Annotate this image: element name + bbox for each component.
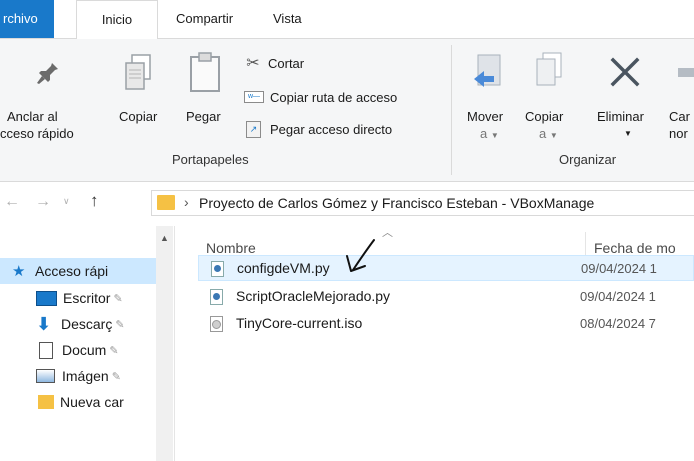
ribbon-tab-bar: rchivo Inicio Compartir Vista xyxy=(0,0,694,39)
file-row-configdevm[interactable]: configdeVM.py 09/04/2024 1 xyxy=(198,255,694,281)
up-arrow-icon[interactable]: ↑ xyxy=(90,191,99,211)
python-file-icon xyxy=(210,289,223,305)
nav-item-label: Imágen xyxy=(62,368,109,384)
copy-path-icon: w— xyxy=(244,91,264,103)
delete-button[interactable]: Eliminar ▼ xyxy=(596,41,660,145)
tab-archivo[interactable]: rchivo xyxy=(0,0,54,38)
nav-scrollbar[interactable]: ▲ xyxy=(156,226,173,461)
scissors-icon: ✂ xyxy=(246,55,260,72)
tab-compartir-label: Compartir xyxy=(176,11,234,26)
sort-ascending-icon: ︿ xyxy=(382,227,393,239)
pin-icon: ✎ xyxy=(109,344,119,357)
file-name: TinyCore-current.iso xyxy=(236,315,363,331)
copy-to-label-1: Copiar xyxy=(525,109,564,124)
rename-button[interactable]: Car nor xyxy=(664,41,694,145)
file-name: ScriptOracleMejorado.py xyxy=(236,288,391,304)
rename-icon xyxy=(678,68,694,77)
delete-x-icon xyxy=(610,57,640,87)
cut-label: Cortar xyxy=(268,55,305,71)
breadcrumb-separator: › xyxy=(184,194,189,210)
back-arrow-icon[interactable]: ← xyxy=(4,193,20,211)
copy-label: Copiar xyxy=(119,109,158,124)
group-label-organize: Organizar xyxy=(559,152,617,167)
tab-inicio-label: Inicio xyxy=(101,12,133,27)
python-file-icon xyxy=(211,261,224,277)
delete-label: Eliminar xyxy=(597,109,644,124)
paste-icon xyxy=(190,52,220,92)
folder-icon xyxy=(157,195,175,210)
navigation-pane: ▲ ★ Acceso rápi Escritor ✎ ⬇ Descarç ✎ D… xyxy=(0,226,175,461)
disc-image-file-icon xyxy=(210,316,223,332)
star-icon: ★ xyxy=(12,263,26,280)
nav-item-documents[interactable]: Docum ✎ xyxy=(0,337,156,363)
group-label-clipboard: Portapapeles xyxy=(172,152,249,167)
nav-item-label: Acceso rápi xyxy=(35,263,109,279)
pin-quick-access-button[interactable]: Anclar al cceso rápido xyxy=(0,41,76,146)
chevron-down-icon: ▼ xyxy=(549,131,558,140)
column-header-name[interactable]: Nombre xyxy=(206,240,256,256)
recent-dropdown-icon[interactable]: ∨ xyxy=(63,196,70,207)
folder-icon xyxy=(38,395,54,409)
pin-label-2: cceso rápido xyxy=(0,126,74,141)
tab-compartir[interactable]: Compartir xyxy=(176,0,233,38)
file-row-scriptoraclemejorado[interactable]: ScriptOracleMejorado.py 09/04/2024 1 xyxy=(198,284,694,310)
nav-item-label: Docum xyxy=(62,342,107,358)
download-icon: ⬇ xyxy=(36,313,52,334)
chevron-down-icon: ▼ xyxy=(624,129,632,138)
copy-icon xyxy=(125,54,151,90)
ribbon-separator xyxy=(451,45,452,175)
file-date: 09/04/2024 1 xyxy=(580,289,656,304)
paste-shortcut-label: Pegar acceso directo xyxy=(270,121,393,137)
tab-vista[interactable]: Vista xyxy=(273,0,302,38)
ribbon: Anclar al cceso rápido Copiar Pegar ✂ Co… xyxy=(0,39,694,182)
address-bar[interactable]: › Proyecto de Carlos Gómez y Francisco E… xyxy=(151,190,694,216)
pin-icon: ✎ xyxy=(111,370,121,383)
nav-item-label: Escritor xyxy=(63,290,111,306)
move-to-label-2: a ▼ xyxy=(480,126,499,141)
nav-item-new-folder[interactable]: Nueva car xyxy=(0,389,156,415)
move-to-button[interactable]: Mover a ▼ xyxy=(462,41,520,145)
pin-label-1: Anclar al xyxy=(7,109,58,124)
tab-archivo-label: rchivo xyxy=(3,11,38,26)
forward-arrow-icon[interactable]: → xyxy=(35,193,51,211)
annotation-arrow-icon xyxy=(346,239,375,272)
copy-to-button[interactable]: Copiar a ▼ xyxy=(522,41,578,145)
pin-icon: ✎ xyxy=(115,318,125,331)
cut-button[interactable]: ✂ Cortar xyxy=(244,52,304,74)
copy-to-label-2: a ▼ xyxy=(539,126,558,141)
paste-shortcut-button[interactable]: ↗ Pegar acceso directo xyxy=(244,118,392,140)
paste-button[interactable]: Pegar xyxy=(184,41,234,141)
paste-shortcut-icon: ↗ xyxy=(246,120,261,138)
nav-item-label: Descarç xyxy=(61,316,113,332)
rename-label-2: nor xyxy=(669,126,688,141)
tab-inicio[interactable]: Inicio xyxy=(76,0,158,39)
copy-button[interactable]: Copiar xyxy=(114,41,174,141)
move-to-label-1: Mover xyxy=(467,109,504,124)
tab-vista-label: Vista xyxy=(273,11,302,26)
scroll-up-icon[interactable]: ▲ xyxy=(160,233,169,243)
pin-icon xyxy=(37,61,58,84)
desktop-icon xyxy=(36,290,57,306)
copy-path-button[interactable]: w— Copiar ruta de acceso xyxy=(244,86,397,108)
file-date: 09/04/2024 1 xyxy=(581,261,657,276)
documents-icon xyxy=(39,341,53,359)
file-row-tinycore[interactable]: TinyCore-current.iso 08/04/2024 7 xyxy=(198,311,694,337)
breadcrumb-path[interactable]: Proyecto de Carlos Gómez y Francisco Est… xyxy=(199,195,594,211)
copy-path-label: Copiar ruta de acceso xyxy=(270,89,398,105)
copy-to-icon xyxy=(536,52,562,86)
pin-icon: ✎ xyxy=(113,292,123,305)
nav-item-quick-access[interactable]: ★ Acceso rápi xyxy=(0,258,156,284)
nav-item-label: Nueva car xyxy=(60,394,124,410)
file-date: 08/04/2024 7 xyxy=(580,316,656,331)
nav-item-desktop[interactable]: Escritor ✎ xyxy=(0,285,156,311)
move-to-icon xyxy=(474,54,501,87)
chevron-down-icon: ▼ xyxy=(490,131,499,140)
rename-label-1: Car xyxy=(669,109,690,124)
nav-item-pictures[interactable]: Imágen ✎ xyxy=(0,363,156,389)
paste-label: Pegar xyxy=(186,109,221,124)
file-name: configdeVM.py xyxy=(237,260,330,276)
nav-item-downloads[interactable]: ⬇ Descarç ✎ xyxy=(0,311,156,337)
column-header-date[interactable]: Fecha de mo xyxy=(594,240,676,256)
pictures-icon xyxy=(36,369,55,383)
